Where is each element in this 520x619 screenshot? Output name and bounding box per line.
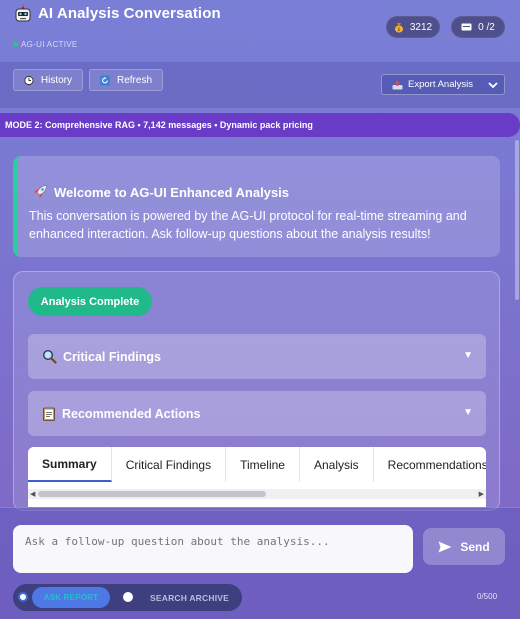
coin-count: 3212 — [409, 21, 433, 33]
send-label: Send — [460, 539, 490, 554]
results-tab-panel: Summary Critical Findings Timeline Analy… — [28, 447, 486, 507]
character-count: 0/500 — [477, 592, 498, 601]
ask-report-option[interactable]: ASK REPORT — [32, 587, 110, 608]
send-icon — [438, 541, 452, 552]
tab-critical-findings[interactable]: Critical Findings — [112, 447, 227, 482]
export-label: Export Analysis — [408, 79, 473, 90]
ask-report-radio[interactable] — [18, 592, 28, 602]
refresh-label: Refresh — [116, 74, 152, 86]
follow-up-question-input[interactable] — [13, 525, 413, 573]
chevron-down-icon: ▼ — [463, 350, 473, 361]
toolbar: History Refresh Export Analysis — [0, 62, 520, 108]
export-analysis-select[interactable]: Export Analysis — [381, 74, 505, 95]
message-count: 0 /2 — [478, 21, 495, 33]
magnifier-icon — [42, 349, 57, 364]
tab-timeline[interactable]: Timeline — [226, 447, 300, 482]
chat-icon — [461, 23, 472, 30]
accordion-critical-findings[interactable]: Critical Findings ▼ — [28, 334, 486, 379]
clock-icon — [24, 75, 34, 85]
welcome-message: Welcome to AG-UI Enhanced Analysis This … — [13, 156, 500, 257]
accordion-label: Recommended Actions — [62, 406, 201, 421]
query-mode-toggle: ASK REPORT SEARCH ARCHIVE — [13, 584, 242, 611]
analysis-complete-badge: Analysis Complete — [28, 287, 152, 316]
accordion-recommended-actions[interactable]: Recommended Actions ▼ — [28, 391, 486, 436]
mode-banner: MODE 2: Comprehensive RAG • 7,142 messag… — [0, 113, 520, 137]
welcome-body: This conversation is powered by the AG-U… — [29, 209, 467, 241]
analysis-result-card: Analysis Complete Critical Findings ▼ Re… — [13, 271, 500, 511]
coin-balance-badge: $ 3212 — [386, 16, 440, 38]
tab-bar: Summary Critical Findings Timeline Analy… — [28, 447, 486, 482]
accordion-label: Critical Findings — [63, 349, 161, 364]
welcome-title: Welcome to AG-UI Enhanced Analysis — [32, 184, 289, 200]
conversation-scrollbar[interactable] — [515, 140, 519, 505]
status-text: AG-UI ACTIVE — [21, 40, 78, 49]
tab-scrollbar-thumb[interactable] — [38, 491, 266, 497]
scroll-left-icon[interactable]: ◀ — [30, 490, 35, 498]
tab-summary[interactable]: Summary — [28, 447, 112, 482]
status-indicator: AG-UI ACTIVE — [13, 40, 78, 49]
tab-recommendations[interactable]: Recommendations — [374, 447, 486, 482]
app-header: AI Analysis Conversation AG-UI ACTIVE $ … — [0, 0, 520, 62]
welcome-title-text: Welcome to AG-UI Enhanced Analysis — [54, 184, 290, 200]
send-button[interactable]: Send — [423, 528, 505, 565]
refresh-icon — [100, 75, 110, 85]
coin-bag-icon: $ — [394, 22, 403, 33]
svg-text:$: $ — [397, 27, 400, 33]
message-count-badge: 0 /2 — [451, 16, 505, 38]
rocket-icon — [34, 185, 47, 198]
search-archive-option[interactable]: SEARCH ARCHIVE — [150, 593, 229, 603]
refresh-button[interactable]: Refresh — [89, 69, 163, 91]
page-title: AI Analysis Conversation — [38, 5, 221, 22]
chevron-down-icon — [488, 81, 498, 88]
chevron-down-icon: ▼ — [463, 407, 473, 418]
export-icon — [392, 80, 403, 89]
scroll-right-icon[interactable]: ▶ — [479, 490, 484, 498]
history-button[interactable]: History — [13, 69, 83, 91]
history-label: History — [40, 74, 72, 86]
search-archive-radio[interactable] — [123, 592, 133, 602]
tab-scrollbar[interactable]: ◀ ▶ — [28, 489, 486, 499]
robot-icon — [15, 4, 31, 22]
status-dot-icon — [13, 42, 18, 47]
composer-footer: Send ASK REPORT SEARCH ARCHIVE 0/500 — [0, 507, 520, 619]
scrollbar-thumb[interactable] — [515, 140, 519, 300]
clipboard-icon — [43, 406, 55, 421]
tab-analysis[interactable]: Analysis — [300, 447, 374, 482]
